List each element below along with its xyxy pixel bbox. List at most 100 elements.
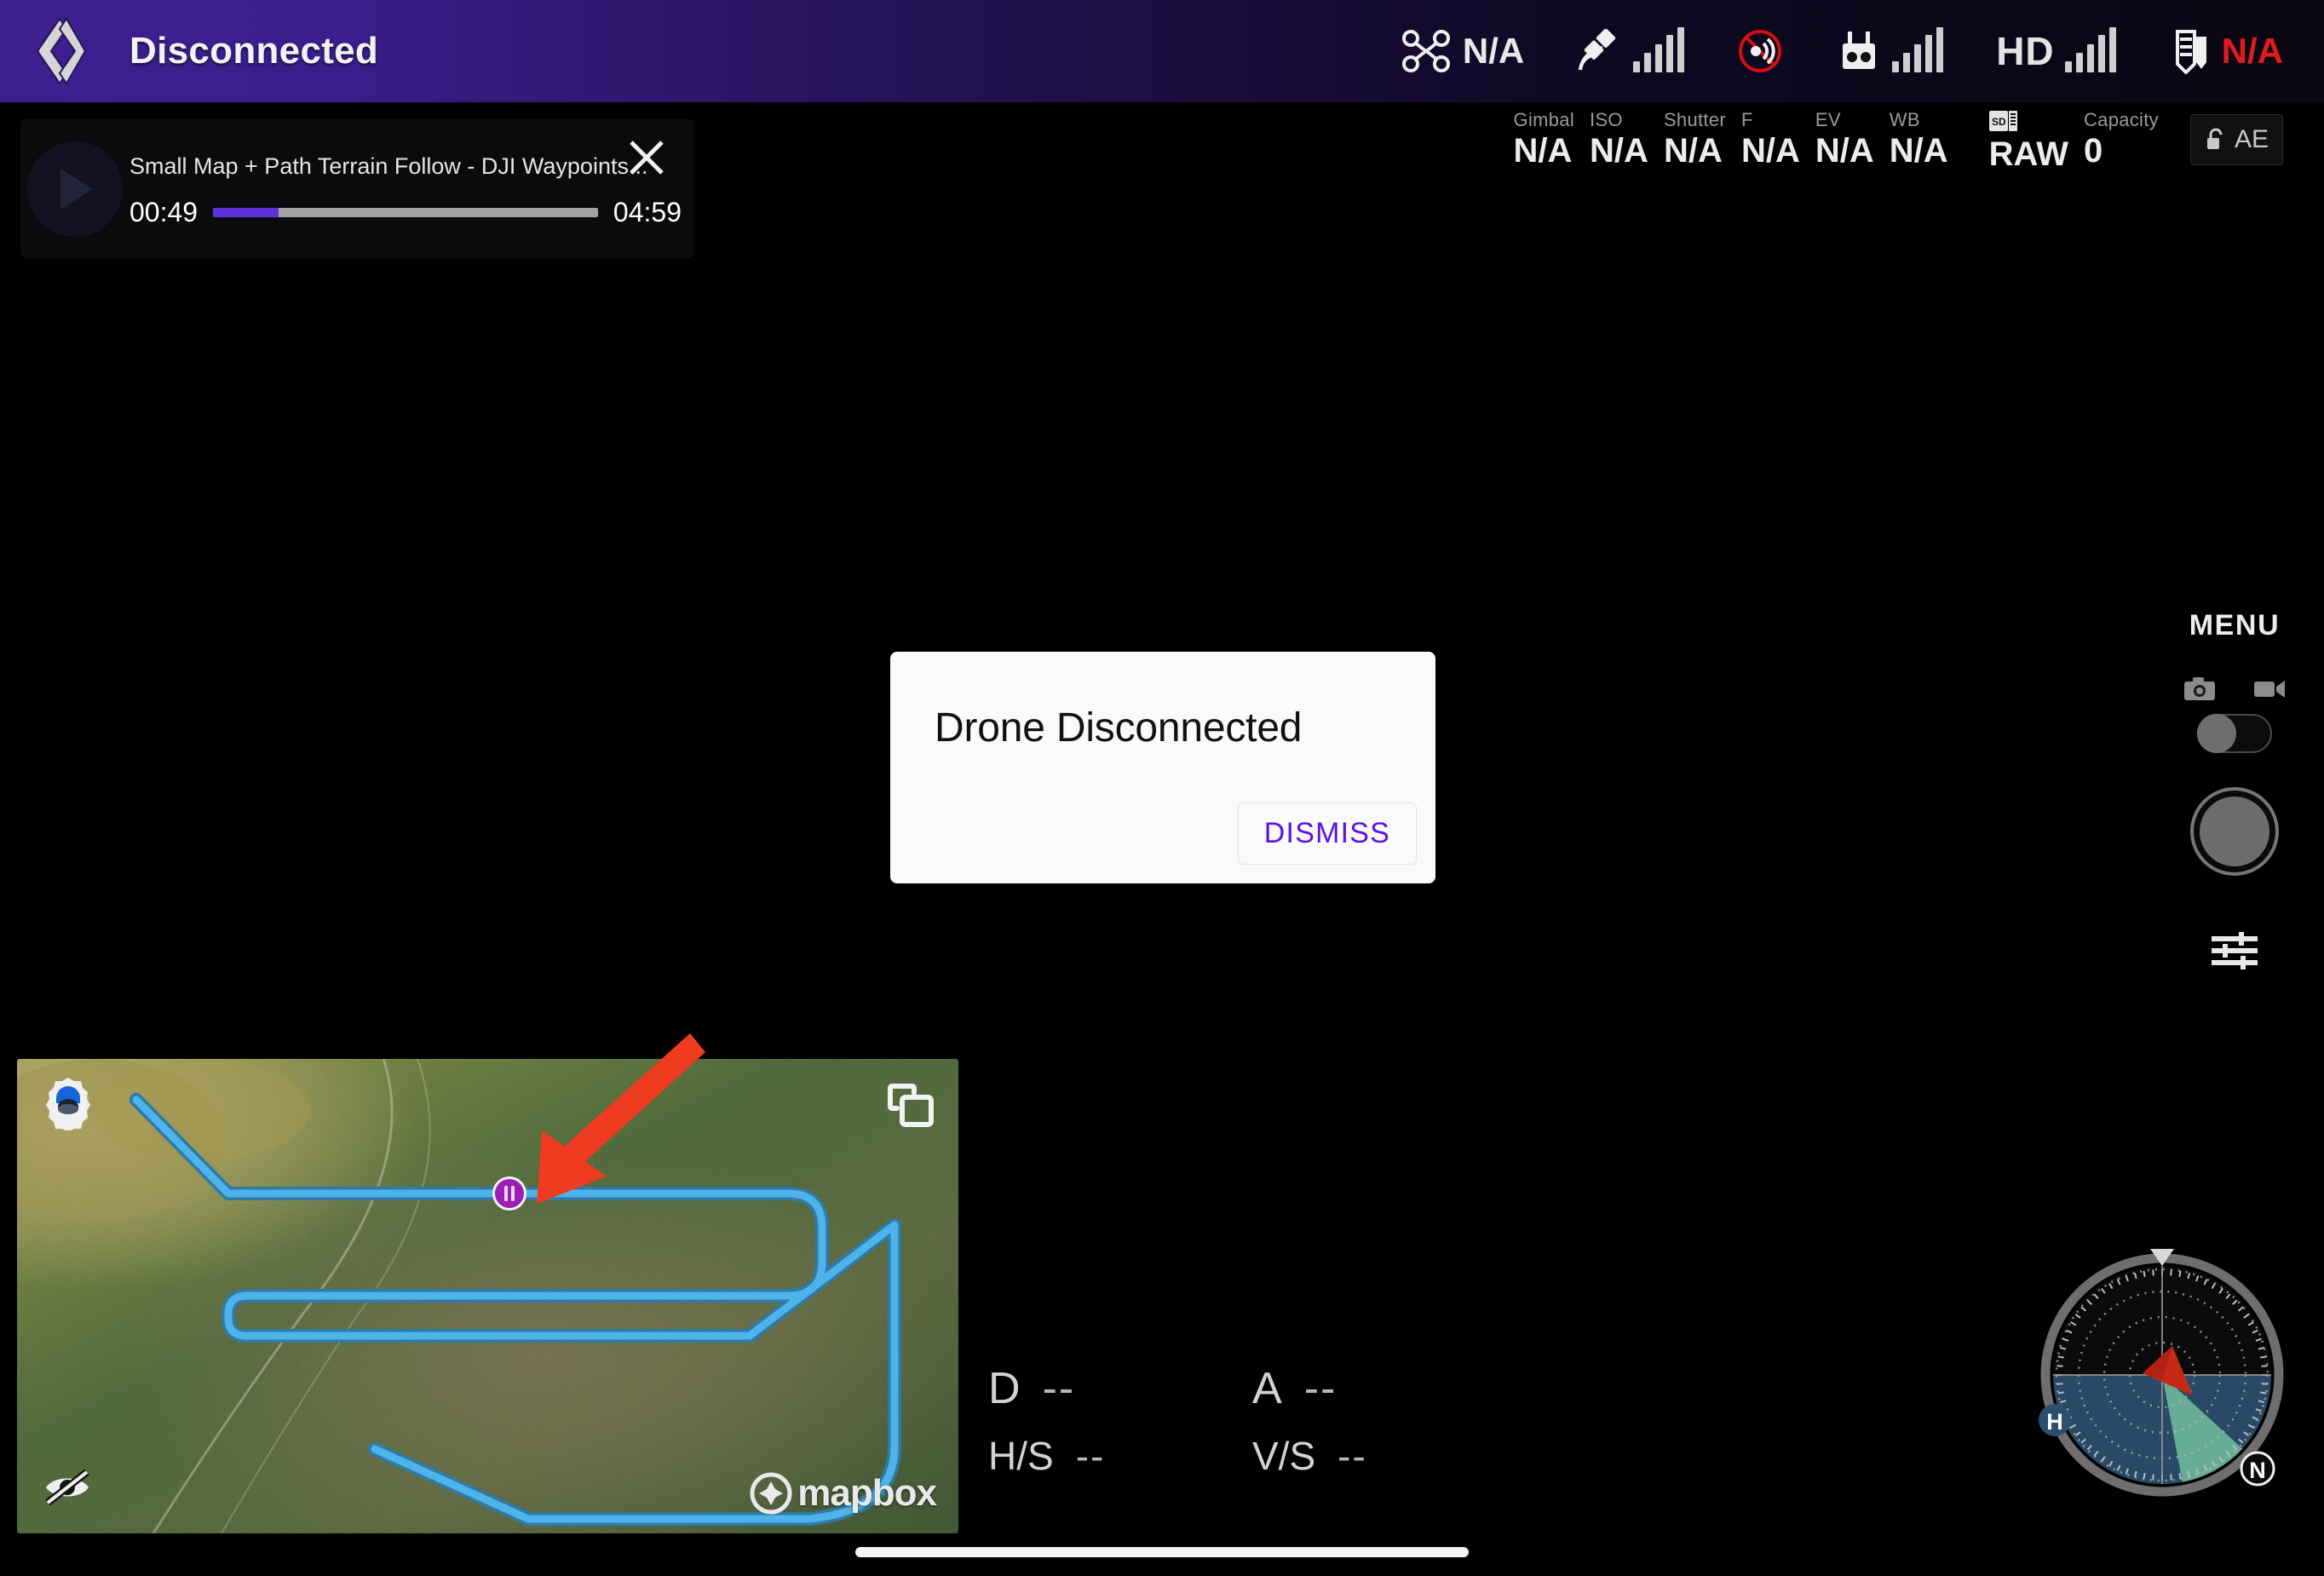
telemetry-value: -- <box>1042 1364 1076 1413</box>
dialog-title: Drone Disconnected <box>935 705 1303 751</box>
telemetry-readouts: D -- A -- H/S -- V/S -- <box>988 1363 1516 1498</box>
close-x-icon[interactable] <box>627 138 666 177</box>
camera-storage-block: SD RAW Capacity 0 <box>1982 109 2166 174</box>
controller-signal-bars <box>1892 27 1944 72</box>
status-satellite[interactable] <box>1577 27 1685 73</box>
video-title: Small Map + Path Terrain Follow - DJI Wa… <box>129 152 648 179</box>
home-marker: H <box>2039 1404 2071 1436</box>
telemetry-distance: D -- <box>988 1363 1252 1414</box>
status-drone[interactable]: N/A <box>1401 29 1524 73</box>
camera-cell-iso[interactable]: ISO N/A <box>1582 109 1656 170</box>
telemetry-value: -- <box>1337 1434 1367 1478</box>
camera-label: EV <box>1815 109 1841 130</box>
status-controller[interactable] <box>1836 27 1944 74</box>
video-progress-track[interactable] <box>213 207 598 217</box>
sd-card-icon: SD <box>1988 111 2017 131</box>
unlocked-padlock-icon <box>2206 128 2223 149</box>
ae-lock-label: AE <box>2234 125 2269 153</box>
camera-value: N/A <box>1815 132 1874 170</box>
menu-label[interactable]: MENU <box>2189 609 2281 642</box>
camera-label: WB <box>1889 109 1920 130</box>
drone-disconnected-dialog: Drone Disconnected DISMISS <box>890 652 1435 883</box>
video-elapsed-time: 00:49 <box>129 196 198 227</box>
eye-off-icon[interactable] <box>43 1465 92 1510</box>
camera-value: N/A <box>1513 132 1573 170</box>
telemetry-key: A <box>1252 1364 1282 1413</box>
camera-label: ISO <box>1590 109 1623 130</box>
hd-icon: HD <box>1996 29 2055 73</box>
camera-cell-shutter[interactable]: Shutter N/A <box>1656 109 1734 170</box>
camera-value: N/A <box>1889 132 1948 170</box>
video-play-button[interactable] <box>27 141 123 237</box>
camera-photo-icon[interactable] <box>2183 676 2216 702</box>
camera-label: Gimbal <box>1513 109 1575 130</box>
home-indicator-bar[interactable] <box>855 1547 1469 1557</box>
camera-value: N/A <box>1740 132 1800 170</box>
app-logo-icon <box>36 17 87 85</box>
capture-mode-toggle[interactable] <box>2197 714 2272 753</box>
camera-settings-strip: Gimbal N/A ISO N/A Shutter N/A F N/A EV … <box>1506 109 2283 174</box>
north-label: N <box>2249 1458 2266 1483</box>
battery-status-value: N/A <box>2221 31 2283 71</box>
video-card-body: Small Map + Path Terrain Follow - DJI Wa… <box>129 150 693 228</box>
video-camera-icon[interactable] <box>2253 678 2286 700</box>
camera-cell-gimbal[interactable]: Gimbal N/A <box>1506 109 1583 170</box>
camera-control-rail: MENU <box>2171 609 2298 973</box>
attitude-radar-compass[interactable]: H N <box>2026 1237 2298 1510</box>
telemetry-key: D <box>988 1364 1021 1413</box>
camera-cell-sd-format[interactable]: SD RAW <box>1982 109 2076 174</box>
sliders-settings-icon[interactable] <box>2211 929 2258 973</box>
camera-label: F <box>1740 109 1753 130</box>
status-hd-video[interactable]: HD <box>1996 27 2116 74</box>
play-icon <box>60 168 93 210</box>
hd-signal-bars <box>2064 27 2116 72</box>
camera-cell-fstop[interactable]: F N/A <box>1734 109 1808 170</box>
telemetry-value: -- <box>1303 1364 1337 1413</box>
shutter-button[interactable] <box>2190 787 2279 876</box>
drone-status-value: N/A <box>1462 31 1525 71</box>
status-rc-disabled[interactable] <box>1737 28 1783 74</box>
camera-exposure-block: Gimbal N/A ISO N/A Shutter N/A F N/A EV … <box>1506 109 1956 170</box>
map-settings-gear-icon[interactable] <box>41 1076 95 1130</box>
swap-view-icon[interactable] <box>883 1079 936 1132</box>
status-battery[interactable]: N/A <box>2169 28 2283 74</box>
flight-path-overlay <box>129 1093 901 1526</box>
pause-waypoint-marker[interactable] <box>492 1176 526 1211</box>
video-duration: 04:59 <box>613 196 682 227</box>
tutorial-video-card[interactable]: Small Map + Path Terrain Follow - DJI Wa… <box>20 119 693 258</box>
telemetry-key: H/S <box>988 1434 1054 1478</box>
status-icon-group: N/A HD N/A <box>1401 0 2283 102</box>
ae-lock-button[interactable]: AE <box>2189 114 2283 165</box>
north-marker: N <box>2240 1451 2275 1487</box>
capture-mode-icons <box>2183 676 2286 702</box>
telemetry-horizontal-speed: H/S -- <box>988 1433 1252 1479</box>
toggle-knob <box>2197 714 2236 753</box>
shutter-inner-circle <box>2200 797 2269 866</box>
telemetry-row: D -- A -- <box>988 1363 1516 1414</box>
dismiss-button[interactable]: DISMISS <box>1237 802 1417 865</box>
video-progress-fill <box>213 207 279 217</box>
drone-icon <box>1401 30 1450 72</box>
video-progress-row: 00:49 04:59 <box>129 197 682 228</box>
telemetry-altitude: A -- <box>1252 1363 1516 1414</box>
mapbox-logo-icon <box>750 1472 792 1515</box>
telemetry-value: -- <box>1075 1434 1106 1478</box>
camera-cell-ev[interactable]: EV N/A <box>1808 109 1882 170</box>
camera-label: Capacity <box>2083 109 2159 130</box>
telemetry-key: V/S <box>1252 1434 1316 1478</box>
camera-value: 0 <box>2083 132 2103 170</box>
mapbox-wordmark: mapbox <box>797 1472 937 1514</box>
camera-cell-wb[interactable]: WB N/A <box>1882 109 1956 170</box>
satellite-icon <box>1579 29 1616 71</box>
dialog-actions: DISMISS <box>890 802 1435 883</box>
signal-off-icon <box>1739 30 1782 72</box>
camera-value: N/A <box>1663 132 1723 170</box>
controller-icon <box>1843 32 1876 69</box>
telemetry-vertical-speed: V/S -- <box>1252 1433 1516 1479</box>
telemetry-row: H/S -- V/S -- <box>988 1433 1516 1479</box>
flight-map[interactable]: mapbox <box>17 1059 958 1533</box>
top-status-bar: Disconnected N/A HD N/A <box>0 0 2324 102</box>
camera-cell-capacity[interactable]: Capacity 0 <box>2076 109 2166 170</box>
camera-label: Shutter <box>1663 109 1726 130</box>
mapbox-attribution[interactable]: mapbox <box>750 1472 937 1515</box>
